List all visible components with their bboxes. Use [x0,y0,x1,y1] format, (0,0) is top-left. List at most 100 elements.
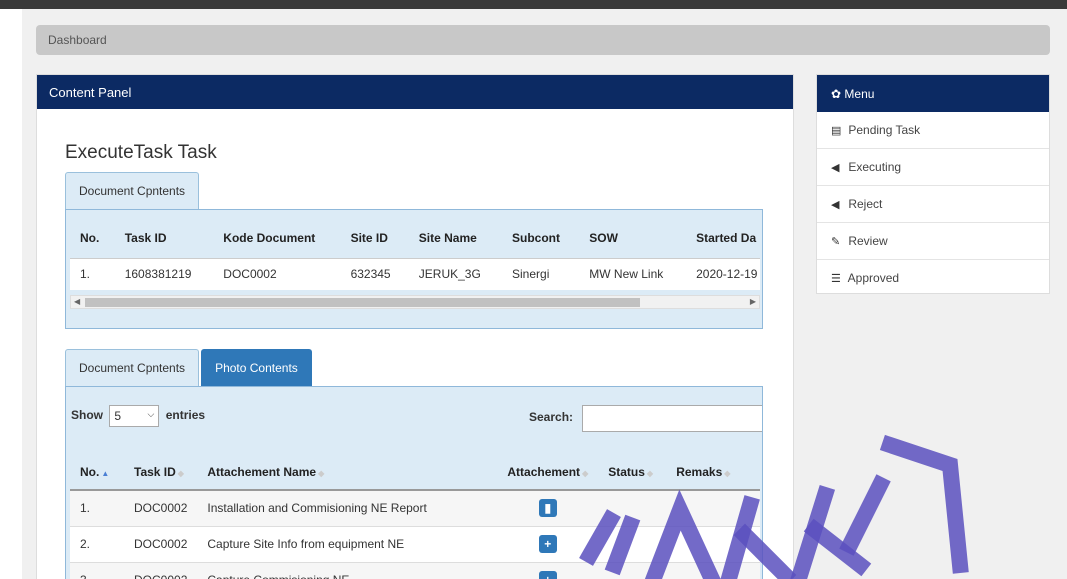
table-row: 2. DOC0002 Capture Site Info from equipm… [70,526,760,563]
cell-site-id: 632345 [340,257,409,290]
breadcrumb[interactable]: Dashboard [36,25,1050,55]
col-task-id[interactable]: Task ID [115,218,214,258]
gear-icon: ✿ [831,87,842,101]
document-tabs-top: Document Cpntents [65,172,201,210]
table-row: 1. DOC0002 Installation and Commisioning… [70,490,760,527]
sort-icon: ◆ [724,469,731,478]
cell-attachement: + [497,562,599,579]
table-row: 1. 1608381219 DOC0002 632345 JERUK_3G Si… [70,257,760,290]
send-icon: ◀ [831,199,840,211]
col-status[interactable]: Status ◆ [598,442,667,491]
attachment-table-header: No. ▲ Task ID ◆ Attachement Name ◆ Attachem… [70,442,760,491]
plus-icon[interactable]: + [538,535,557,553]
cell-task-id: DOC0002 [124,526,198,563]
scroll-right-icon[interactable]: ▶ [750,296,756,308]
cell-started-date: 2020-12-19 1 [686,257,760,290]
cell-attachement-name: Capture Site Info from equipment NE [197,526,498,563]
horizontal-scrollbar[interactable]: ◀ ▶ [70,295,760,309]
cell-remaks [666,490,760,527]
col-no[interactable]: No. ▲ [70,442,124,491]
send-icon: ◀ [831,162,840,174]
menu-item-label: Reject [848,197,883,211]
cell-status [598,490,667,527]
menu-item-label: Executing [848,160,902,174]
entries-select[interactable]: 5 ⌵ [109,405,160,427]
tab-document-contents[interactable]: Document Cpntents [65,172,200,210]
cell-no: 1. [70,257,115,290]
cell-attachement: ▮ [497,490,599,527]
list-icon: ▤ [831,125,842,137]
search-label: Search: [529,410,574,424]
photo-contents-panel: Show 5 ⌵ entries Search: No. ▲ Task ID ◆ At… [65,386,763,579]
cell-no: 3. [70,562,124,579]
entries-label: entries [165,408,206,423]
attachment-table: No. ▲ Task ID ◆ Attachement Name ◆ Attachem… [70,442,760,579]
cell-remaks [666,562,760,579]
cell-sow: MW New Link [579,257,687,290]
chevron-down-icon: ⌵ [147,409,155,419]
col-started-date[interactable]: Started Da [686,218,760,258]
cell-task-id: DOC0002 [124,490,198,527]
document-table: No. Task ID Kode Document Site ID Site N… [70,218,760,290]
sort-icon: ◆ [177,469,184,478]
cell-attachement-name: Capture Commisioning NE [197,562,498,579]
sort-icon: ◆ [582,469,589,478]
pencil-icon: ✎ [831,236,841,248]
menu-panel: ✿ Menu ▤ Pending Task ◀ Executing ◀ Reje… [816,74,1050,294]
page-background: Dashboard Content Panel ExecuteTask Task… [22,9,1067,579]
document-table-header: No. Task ID Kode Document Site ID Site N… [70,218,760,258]
cell-task-id: 1608381219 [114,257,214,290]
tab-photo-contents[interactable]: Photo Contents [201,349,312,387]
col-task-id[interactable]: Task ID ◆ [124,442,198,491]
page-title: ExecuteTask Task [65,142,217,163]
col-subcont[interactable]: Subcont [502,218,579,258]
col-no[interactable]: No. [70,218,115,258]
col-kode-document[interactable]: Kode Document [213,218,340,258]
sort-icon: ◆ [318,469,325,478]
menu-item-label: Review [848,234,888,248]
menu-item-reject[interactable]: ◀ Reject [817,186,1049,223]
col-sow[interactable]: SOW [579,218,686,258]
entries-select-value: 5 [114,409,122,423]
content-panel-title: Content Panel [37,75,793,109]
menu-item-review[interactable]: ✎ Review [817,223,1049,260]
table-row: 3. DOC0002 Capture Commisioning NE + [70,562,760,579]
cell-site-name: JERUK_3G [408,257,502,290]
cell-attachement-name: Installation and Commisioning NE Report [197,490,498,527]
document-contents-panel: No. Task ID Kode Document Site ID Site N… [65,209,763,329]
datatable-controls: Show 5 ⌵ entries Search: [71,405,762,432]
content-panel: Content Panel ExecuteTask Task Document … [36,74,794,579]
cell-remaks [666,526,760,563]
tab-document-contents-2[interactable]: Document Cpntents [65,349,200,387]
cell-task-id: DOC0002 [124,562,198,579]
file-icon[interactable]: ▮ [538,499,557,518]
cell-no: 2. [70,526,124,563]
sort-icon: ◆ [646,469,654,478]
menu-item-pending-task[interactable]: ▤ Pending Task [817,112,1049,149]
cell-kode-document: DOC0002 [213,257,341,290]
menu-header: ✿ Menu [817,75,1049,112]
col-site-name[interactable]: Site Name [409,218,502,258]
cell-status [598,526,667,563]
cell-status [598,562,667,579]
col-attachement-name[interactable]: Attachement Name ◆ [197,442,498,491]
menu-item-executing[interactable]: ◀ Executing [817,149,1049,186]
menu-title: Menu [844,87,875,101]
menu-item-approved[interactable]: ☰ Approved [817,260,1049,297]
cell-no: 1. [70,490,124,527]
scrollbar-thumb[interactable] [85,298,640,307]
show-label: Show [71,408,103,423]
list-icon: ☰ [831,273,841,285]
cell-subcont: Sinergi [502,257,580,290]
plus-icon[interactable]: + [538,571,557,579]
col-site-id[interactable]: Site ID [341,218,409,258]
col-attachement[interactable]: Attachement ◆ [497,442,599,491]
cell-attachement: + [497,526,599,563]
top-bar [0,0,1067,9]
menu-item-label: Pending Task [848,123,921,137]
scroll-left-icon[interactable]: ◀ [74,296,80,308]
col-remaks[interactable]: Remaks ◆ [666,442,760,491]
document-tabs-bottom: Document Cpntents Photo Contents [65,349,314,387]
sort-asc-icon: ▲ [101,469,110,478]
search-input[interactable] [582,405,762,432]
